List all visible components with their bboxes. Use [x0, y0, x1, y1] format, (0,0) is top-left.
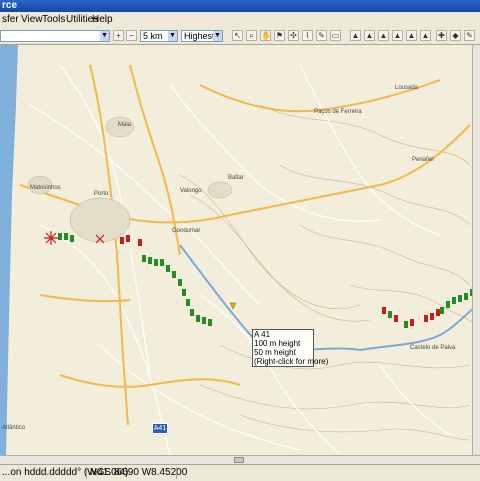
status-separator	[176, 467, 177, 479]
zoom-in-icon[interactable]: +	[113, 30, 124, 41]
place-label: Castelo de Paiva	[410, 345, 456, 351]
ruler-icon[interactable]: ▭	[330, 30, 341, 41]
receive-tracks-icon[interactable]: ▲	[378, 30, 389, 41]
track-markers	[44, 231, 474, 328]
pencil-tool-icon[interactable]: ✎	[464, 30, 475, 41]
sea	[0, 45, 18, 455]
contour-lines	[179, 104, 476, 441]
vertical-scrollbar[interactable]	[472, 45, 480, 455]
scale-select[interactable]: 5 km ▼	[140, 30, 178, 42]
place-label: Baltar	[228, 175, 244, 181]
menu-tools[interactable]: Tools	[42, 13, 65, 27]
place-label: Porto	[94, 191, 109, 197]
river	[179, 244, 476, 352]
pan-tool-icon[interactable]: ✋	[260, 30, 271, 41]
horizontal-scrollbar[interactable]	[0, 455, 480, 464]
scale-value: 5 km	[143, 31, 163, 41]
place-label: Valongo	[180, 188, 202, 194]
zoom-tool-icon[interactable]: ⌕	[246, 30, 257, 41]
map-tool-icon[interactable]: ✚	[436, 30, 447, 41]
send-tracks-icon[interactable]: ▲	[420, 30, 431, 41]
status-coords: N41.06690 W8.45200	[90, 467, 188, 478]
erase-tool-icon[interactable]: ◆	[450, 30, 461, 41]
route-tool-icon[interactable]: ✣	[288, 30, 299, 41]
status-separator	[86, 467, 87, 479]
product-select[interactable]: ▼	[0, 30, 110, 42]
menu-bar: sfer View Tools Utilities Help	[0, 12, 480, 29]
title-bar: rce	[0, 0, 480, 12]
scroll-thumb[interactable]	[234, 457, 244, 463]
map-canvas	[0, 45, 476, 455]
place-label: Maia	[118, 122, 132, 128]
place-label: Gondomar	[172, 228, 201, 234]
status-bar: ...on hddd.ddddd° (WGS 84) N41.06690 W8.…	[0, 464, 480, 481]
detail-value: Highest	[184, 31, 215, 41]
toolbar: ▼ + − 5 km ▼ Highest ▼ ↖ ⌕ ✋ ⚑ ✣ ⌇ ✎ ▭ ▲ ▲…	[0, 28, 480, 45]
send-waypoints-icon[interactable]: ▲	[392, 30, 403, 41]
menu-transfer[interactable]: sfer	[2, 13, 19, 27]
road-shield: A41	[152, 423, 168, 434]
window-title: rce	[2, 0, 18, 11]
zoom-out-icon[interactable]: −	[126, 30, 137, 41]
waypoint-tool-icon[interactable]: ⚑	[274, 30, 285, 41]
map-view[interactable]: Maia Porto Matosinhos Valongo Baltar Paç…	[0, 45, 480, 455]
tooltip-line1: 100 m height	[254, 339, 301, 348]
place-label: Paços de Ferreira	[314, 109, 362, 115]
place-label: Penafiel	[412, 157, 434, 163]
select-tool-icon[interactable]: ↖	[232, 30, 243, 41]
menu-view[interactable]: View	[21, 13, 43, 27]
send-routes-icon[interactable]: ▲	[406, 30, 417, 41]
menu-help[interactable]: Help	[92, 13, 113, 27]
place-label: Atlântico	[2, 425, 26, 431]
receive-routes-icon[interactable]: ▲	[364, 30, 375, 41]
detail-select[interactable]: Highest ▼	[181, 30, 223, 42]
chevron-down-icon: ▼	[168, 31, 177, 41]
minor-roads	[29, 64, 451, 455]
measure-tool-icon[interactable]: ✎	[316, 30, 327, 41]
track-tool-icon[interactable]: ⌇	[302, 30, 313, 41]
highways	[19, 64, 471, 426]
tooltip-hint: (Right-click for more)	[254, 357, 329, 366]
tooltip-line2: 50 m height	[254, 348, 296, 357]
town-areas	[27, 116, 233, 243]
receive-waypoints-icon[interactable]: ▲	[350, 30, 361, 41]
map-tooltip: A 41 100 m height 50 m height (Right-cli…	[252, 329, 329, 367]
chevron-down-icon: ▼	[100, 31, 109, 41]
chevron-down-icon: ▼	[213, 31, 222, 41]
tooltip-road: A 41	[254, 330, 271, 339]
place-label: Lousada	[395, 85, 419, 91]
place-label: Matosinhos	[30, 185, 61, 191]
